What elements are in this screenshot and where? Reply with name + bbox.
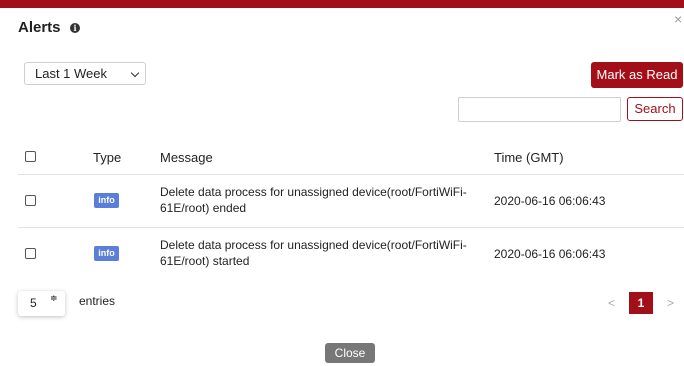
type-badge-info: info bbox=[94, 246, 119, 261]
column-header-message: Message bbox=[160, 150, 213, 165]
type-badge-info: info bbox=[94, 193, 119, 208]
close-icon[interactable]: × bbox=[674, 12, 682, 26]
alert-time: 2020-06-16 06:06:43 bbox=[494, 194, 606, 208]
entries-label: entries bbox=[79, 294, 116, 308]
close-button[interactable]: Close bbox=[325, 343, 375, 363]
info-icon[interactable]: i bbox=[70, 23, 80, 33]
row-checkbox[interactable] bbox=[25, 195, 36, 206]
alert-time: 2020-06-16 06:06:43 bbox=[494, 247, 606, 261]
sort-updown-icon: ≑ bbox=[50, 293, 58, 303]
page-size-value: 5 bbox=[30, 296, 37, 310]
page-size-select[interactable]: 5 ≑ bbox=[18, 291, 65, 316]
column-header-type: Type bbox=[93, 150, 122, 165]
row-divider bbox=[18, 174, 684, 175]
row-checkbox[interactable] bbox=[25, 248, 36, 259]
alert-message: Delete data process for unassigned devic… bbox=[160, 184, 480, 216]
alert-message-line: 61E/root) ended bbox=[160, 201, 247, 215]
row-divider bbox=[18, 227, 684, 228]
search-input[interactable] bbox=[458, 97, 621, 122]
alert-message: Delete data process for unassigned devic… bbox=[160, 237, 480, 269]
dialog-top-accent-bar bbox=[0, 0, 684, 8]
alert-message-line: Delete data process for unassigned devic… bbox=[160, 185, 467, 199]
chevron-down-icon bbox=[130, 68, 140, 78]
dialog-title: Alerts bbox=[18, 19, 61, 36]
current-page-button[interactable]: 1 bbox=[629, 292, 653, 314]
time-period-select[interactable]: Last 1 Week bbox=[24, 62, 146, 85]
alert-message-line: 61E/root) started bbox=[160, 254, 250, 268]
time-period-value: Last 1 Week bbox=[35, 66, 108, 81]
select-all-checkbox[interactable] bbox=[25, 151, 36, 162]
alert-message-line: Delete data process for unassigned devic… bbox=[160, 238, 467, 252]
previous-page-button[interactable]: < bbox=[608, 296, 615, 310]
mark-as-read-button[interactable]: Mark as Read bbox=[591, 62, 683, 88]
next-page-button[interactable]: > bbox=[667, 296, 674, 310]
column-header-time: Time (GMT) bbox=[494, 150, 564, 165]
search-button[interactable]: Search bbox=[627, 97, 683, 121]
